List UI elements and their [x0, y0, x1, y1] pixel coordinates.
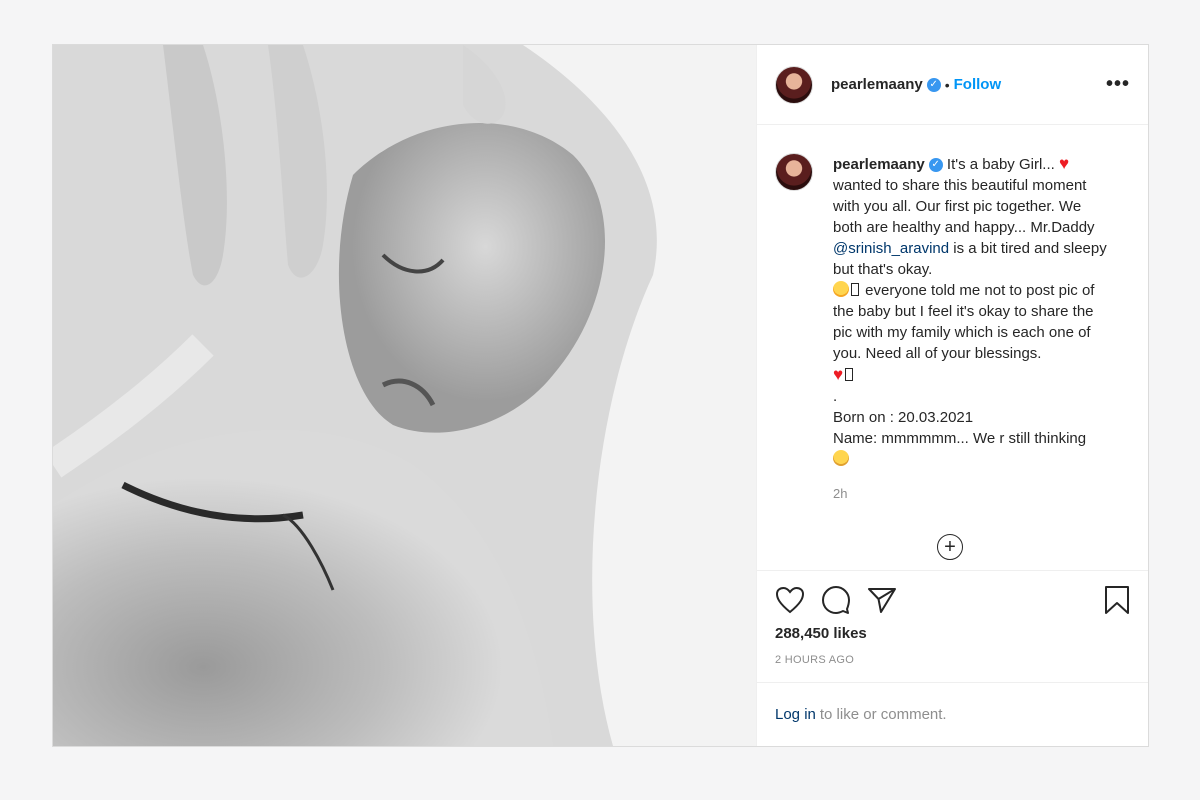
instagram-post: pearlemaany ✓ • Follow ••• pearlemaany ✓ …: [52, 44, 1149, 747]
missing-glyph-icon: [845, 368, 854, 381]
red-heart-emoji-icon: ♥: [833, 365, 844, 384]
follow-button[interactable]: Follow: [954, 76, 1002, 93]
post-header: pearlemaany ✓ • Follow •••: [757, 45, 1148, 125]
yum-face-emoji-icon: [833, 281, 849, 297]
paper-plane-icon[interactable]: [867, 586, 897, 614]
caption: pearlemaany ✓ It's a baby Girl... ♥ wante…: [775, 153, 1130, 470]
actions-section: 288,450 likes 2 HOURS AGO: [757, 570, 1148, 682]
verified-badge-icon: ✓: [926, 77, 941, 92]
born-line: Born on : 20.03.2021: [833, 409, 974, 426]
bookmark-icon[interactable]: [1104, 585, 1130, 615]
caption-username[interactable]: pearlemaany: [833, 156, 925, 173]
caption-text-4: everyone told me not to post pic of the …: [833, 282, 1095, 362]
comment-bubble-icon[interactable]: [821, 585, 851, 615]
red-heart-emoji-icon: ♥: [1058, 154, 1070, 173]
caption-time: 2h: [833, 486, 848, 501]
verified-badge-icon: ✓: [928, 158, 943, 173]
name-line: Name: mmmmmm... We r still thinking: [833, 430, 1087, 447]
heart-outline-icon[interactable]: [775, 586, 805, 614]
photo-illustration: [53, 45, 756, 746]
login-bar: Log in to like or comment.: [757, 682, 1148, 746]
post-sidebar: pearlemaany ✓ • Follow ••• pearlemaany ✓ …: [756, 45, 1148, 746]
login-link[interactable]: Log in: [775, 706, 816, 723]
caption-text-1: It's a baby Girl...: [946, 156, 1055, 173]
mention-link[interactable]: @srinish_aravind: [833, 240, 949, 257]
login-text: to like or comment.: [819, 706, 947, 723]
separator-dot: •: [944, 76, 950, 93]
likes-count[interactable]: 288,450 likes: [775, 625, 1130, 642]
caption-dot-line: .: [833, 388, 838, 405]
more-options-button[interactable]: •••: [1106, 73, 1130, 96]
caption-avatar[interactable]: [775, 153, 813, 191]
grin-face-emoji-icon: [833, 450, 849, 466]
avatar[interactable]: [775, 65, 813, 104]
plus-circle-icon[interactable]: +: [937, 534, 963, 560]
caption-text: pearlemaany ✓ It's a baby Girl... ♥ wante…: [833, 153, 1113, 470]
username[interactable]: pearlemaany: [831, 76, 923, 93]
comments-section: pearlemaany ✓ It's a baby Girl... ♥ wante…: [757, 125, 1148, 570]
action-icons: [775, 585, 1130, 615]
missing-glyph-icon: [851, 283, 859, 296]
post-timestamp[interactable]: 2 HOURS AGO: [775, 654, 1130, 666]
caption-text-2: wanted to share this beautiful moment wi…: [833, 177, 1095, 236]
post-photo[interactable]: [53, 45, 756, 746]
